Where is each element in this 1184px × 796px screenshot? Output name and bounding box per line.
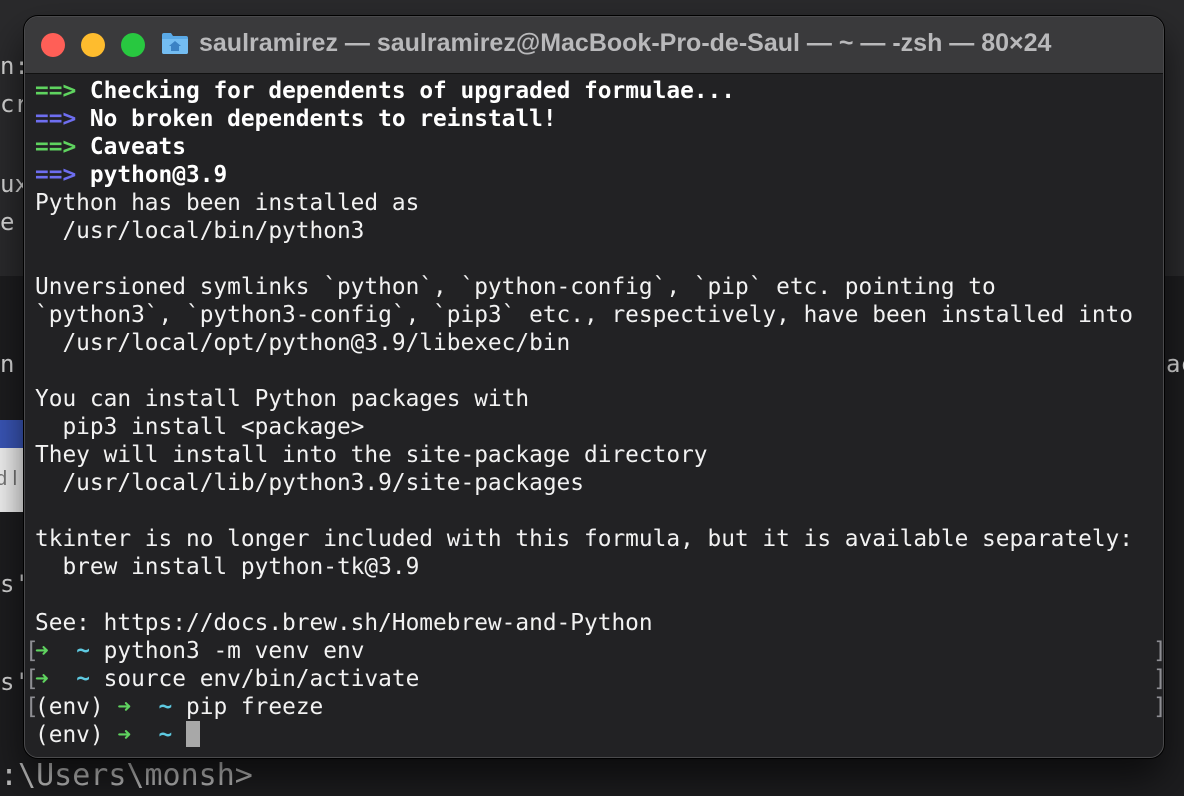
mark-bracket-close: ] (1153, 637, 1163, 665)
background-text: ac (1166, 350, 1184, 378)
output-line: Python has been installed as (35, 190, 420, 216)
background-prompt: :\Users\monsh> (0, 758, 253, 793)
close-button[interactable] (41, 33, 65, 57)
arrow-marker: ==> (35, 78, 77, 104)
terminal-output[interactable]: ==> Checking for dependents of upgraded … (25, 77, 1163, 749)
output-line: brew install python-tk@3.9 (35, 554, 420, 580)
output-line: Unversioned symlinks `python`, `python-c… (35, 274, 996, 300)
output-line: tkinter is no longer included with this … (35, 526, 1133, 552)
terminal-line: ==> python@3.9 (35, 161, 1155, 189)
background-panel: d l (0, 448, 24, 512)
mark-bracket-open: [ (25, 666, 39, 692)
prompt-dir: ~ (76, 666, 90, 692)
terminal-line: ==> No broken dependents to reinstall! (35, 105, 1155, 133)
header-text: Caveats (89, 134, 186, 160)
text-cursor[interactable] (186, 721, 201, 747)
output-line: See: https://docs.brew.sh/Homebrew-and-P… (35, 610, 653, 636)
arrow-marker: ==> (35, 106, 77, 132)
header-text: Checking for dependents of upgraded form… (89, 78, 735, 104)
arrow-marker: ==> (35, 134, 77, 160)
output-line: You can install Python packages with (35, 386, 530, 412)
header-text: No broken dependents to reinstall! (89, 106, 557, 132)
terminal-window[interactable]: saulramirez — saulramirez@MacBook-Pro-de… (24, 16, 1164, 758)
mark-bracket-open: [ (25, 694, 39, 720)
command-text: pip freeze (186, 694, 324, 720)
command-line: [➜ ~ source env/bin/activate] (25, 665, 1163, 693)
output-line: `python3`, `python3-config`, `pip3` etc.… (35, 302, 1133, 328)
env-prefix: (env) (35, 722, 104, 748)
window-title: saulramirez — saulramirez@MacBook-Pro-de… (199, 29, 1052, 57)
mark-bracket-open: [ (25, 638, 39, 664)
terminal-line: ==> Caveats (35, 133, 1155, 161)
prompt-dir: ~ (76, 638, 90, 664)
arrow-marker: ==> (35, 162, 77, 188)
command-line: [➜ ~ python3 -m venv env] (25, 637, 1163, 665)
command-text: python3 -m venv env (103, 638, 365, 664)
title-bar[interactable]: saulramirez — saulramirez@MacBook-Pro-de… (25, 17, 1163, 74)
minimize-button[interactable] (81, 33, 105, 57)
background-text: d l (0, 468, 18, 490)
background-blue-bar (0, 420, 24, 448)
output-line: /usr/local/bin/python3 (35, 218, 365, 244)
header-text: python@3.9 (89, 162, 228, 188)
output-line: /usr/local/opt/python@3.9/libexec/bin (35, 330, 571, 356)
command-line: [(env) ➜ ~ pip freeze] (25, 693, 1163, 721)
output-line: /usr/local/lib/python3.9/site-packages (35, 470, 584, 496)
prompt-dir: ~ (158, 722, 173, 748)
background-text: e (0, 208, 15, 236)
prompt-dir: ~ (158, 694, 173, 720)
terminal-line: ==> Checking for dependents of upgraded … (35, 77, 1155, 105)
prompt-arrow: ➜ (117, 694, 132, 720)
active-prompt[interactable]: (env) ➜ ~ (35, 721, 1155, 749)
prompt-arrow: ➜ (117, 722, 132, 748)
folder-home-icon (161, 31, 189, 55)
mark-bracket-close: ] (1153, 693, 1163, 721)
output-line: They will install into the site-package … (35, 442, 708, 468)
command-text: source env/bin/activate (103, 666, 420, 692)
zoom-button[interactable] (121, 33, 145, 57)
output-line: pip3 install <package> (35, 414, 365, 440)
mark-bracket-close: ] (1153, 665, 1163, 693)
env-prefix: (env) (35, 694, 104, 720)
